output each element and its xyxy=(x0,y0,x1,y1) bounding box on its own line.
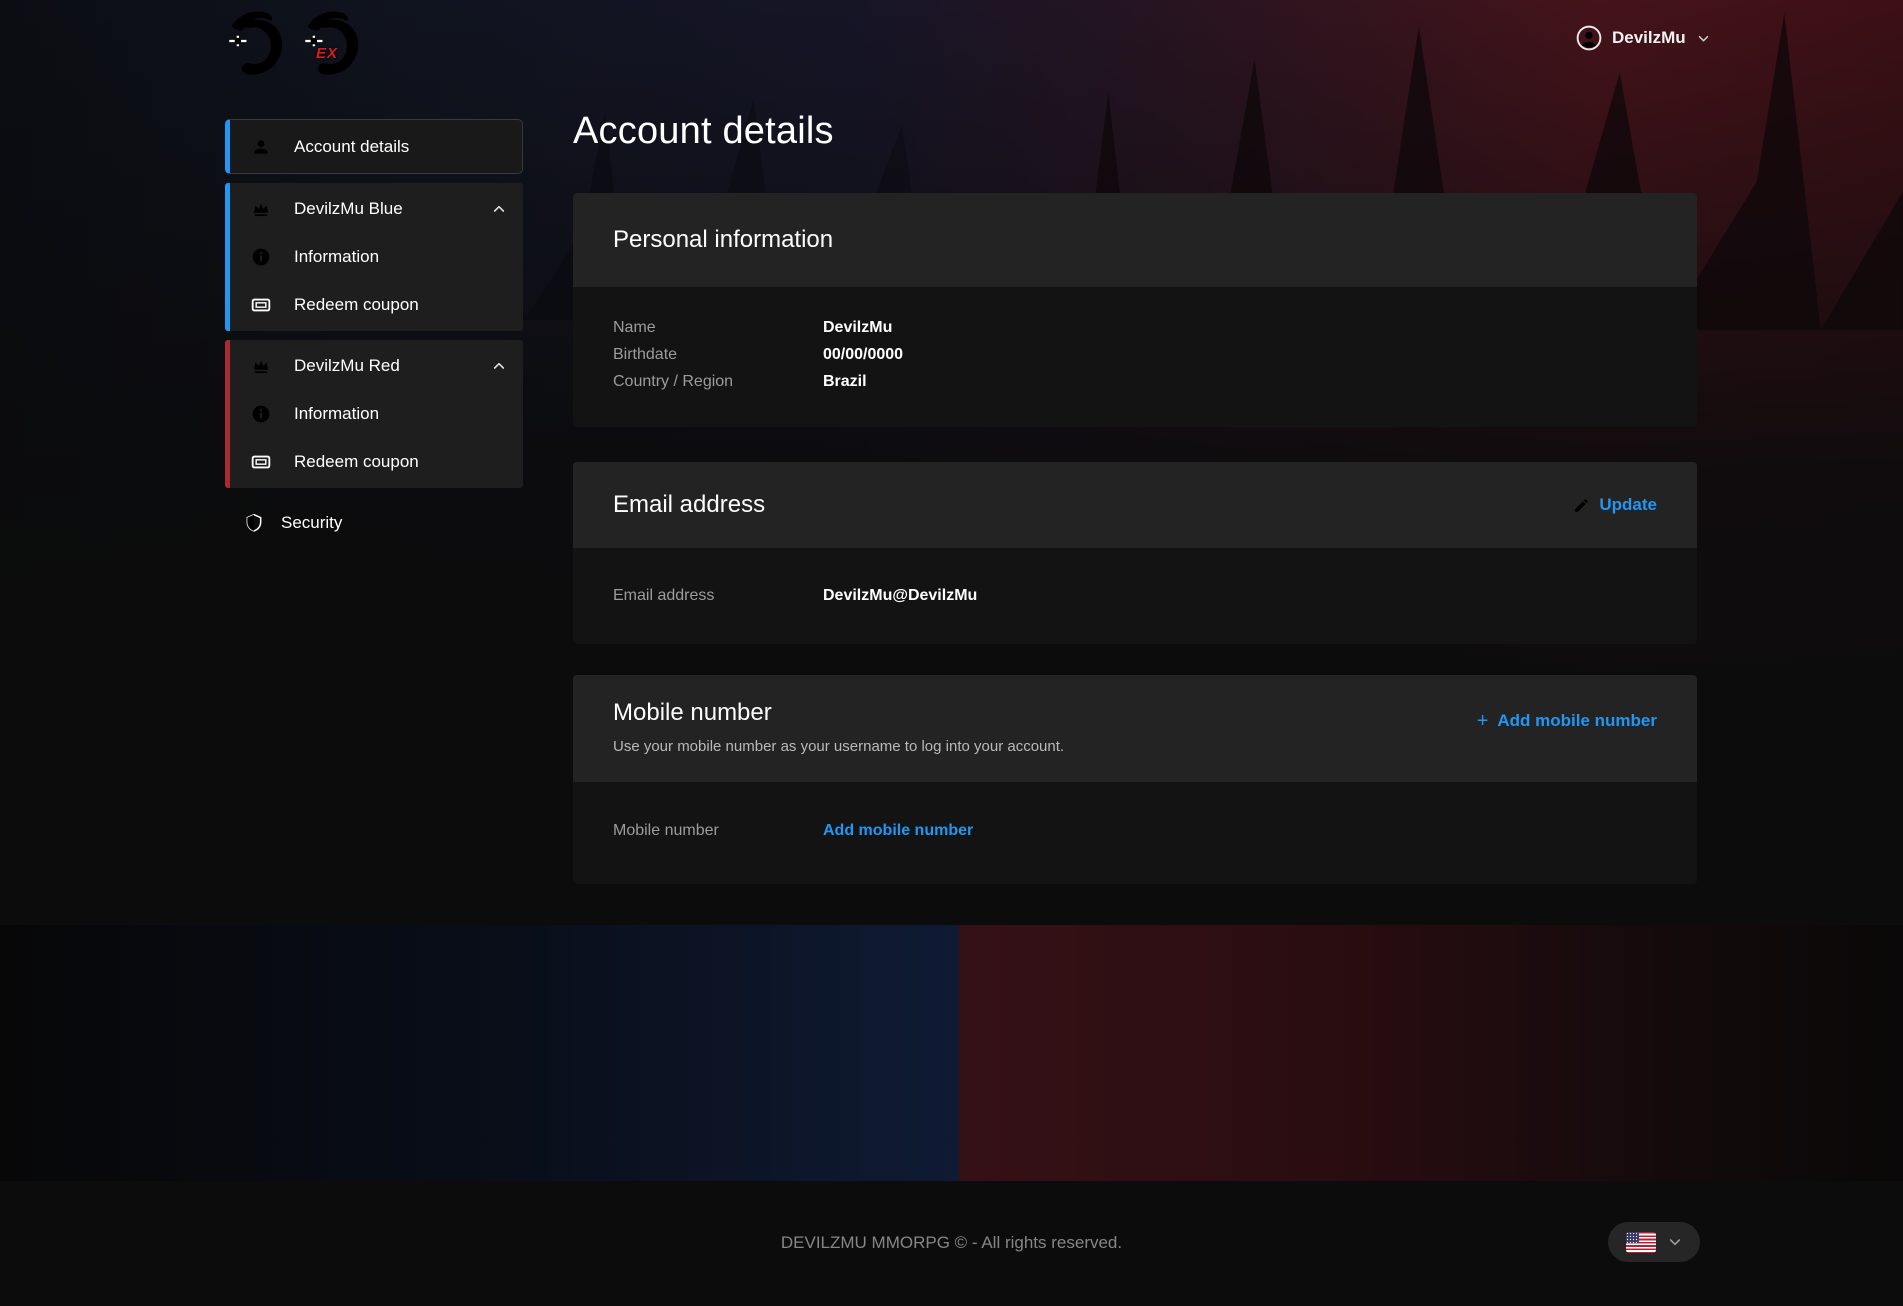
footer xyxy=(0,925,1903,1181)
pencil-icon xyxy=(1573,497,1590,514)
personal-information-card: Personal information Name DevilzMu Birth… xyxy=(573,193,1697,427)
us-flag-icon xyxy=(1626,1232,1656,1253)
info-value: DevilzMu xyxy=(823,319,892,337)
email-address-card: Email address Update Email address Devil… xyxy=(573,462,1697,644)
sidebar-item-label: Account details xyxy=(294,137,409,157)
sidebar-item-label: Information xyxy=(294,247,379,267)
sidebar-group-title-blue[interactable]: DevilzMu Blue xyxy=(230,185,523,233)
add-mobile-number-button[interactable]: + Add mobile number xyxy=(1477,711,1657,731)
sidebar-group-devilzmu-blue: DevilzMu Blue Information Redeem coupon xyxy=(225,183,523,331)
crown-icon xyxy=(251,199,271,219)
sidebar-item-blue-redeem-coupon[interactable]: Redeem coupon xyxy=(230,281,523,329)
main-content: Account details Personal information Nam… xyxy=(573,110,1697,884)
chevron-down-icon xyxy=(1667,1234,1683,1250)
info-row-country: Country / Region Brazil xyxy=(613,373,1657,391)
ticket-icon xyxy=(251,452,271,472)
sidebar: Account details DevilzMu Blue Informatio… xyxy=(225,119,523,548)
info-label: Mobile number xyxy=(613,822,823,840)
info-label: Name xyxy=(613,319,823,337)
add-mobile-label: Add mobile number xyxy=(1497,711,1657,731)
info-row-name: Name DevilzMu xyxy=(613,319,1657,337)
plus-icon: + xyxy=(1477,711,1489,731)
info-row-birthdate: Birthdate 00/00/0000 xyxy=(613,346,1657,364)
sidebar-item-label: Information xyxy=(294,404,379,424)
ticket-icon xyxy=(251,295,271,315)
chevron-down-icon xyxy=(1696,31,1711,46)
shield-icon xyxy=(244,513,264,533)
sidebar-group-devilzmu-red: DevilzMu Red Information Redeem coupon xyxy=(225,340,523,488)
person-icon xyxy=(251,137,271,157)
sidebar-item-label: Redeem coupon xyxy=(294,452,419,472)
info-value: 00/00/0000 xyxy=(823,346,903,364)
mobile-header-text: Mobile number Use your mobile number as … xyxy=(613,699,1064,755)
update-email-button[interactable]: Update xyxy=(1573,495,1657,515)
info-value: Brazil xyxy=(823,373,867,391)
footer-red-panel xyxy=(959,925,1903,1181)
username: DevilzMu xyxy=(1612,28,1686,48)
header-logos: EX xyxy=(224,6,366,80)
chevron-up-icon xyxy=(491,201,507,217)
sidebar-item-account-details[interactable]: Account details xyxy=(225,119,523,174)
info-value: DevilzMu@DevilzMu xyxy=(823,587,977,605)
update-label: Update xyxy=(1599,495,1657,515)
group-title-label: DevilzMu Red xyxy=(294,356,400,376)
language-selector[interactable] xyxy=(1608,1222,1700,1262)
avatar-icon xyxy=(1576,25,1602,51)
sidebar-item-security[interactable]: Security xyxy=(225,498,523,548)
group-title-label: DevilzMu Blue xyxy=(294,199,403,219)
logo-ex-label: EX xyxy=(316,45,338,62)
info-label: Country / Region xyxy=(613,373,823,391)
info-label: Email address xyxy=(613,587,823,605)
crown-icon xyxy=(251,356,271,376)
sidebar-item-red-redeem-coupon[interactable]: Redeem coupon xyxy=(230,438,523,486)
card-title: Mobile number xyxy=(613,699,1064,727)
info-label: Birthdate xyxy=(613,346,823,364)
info-icon xyxy=(251,247,271,267)
card-title: Email address xyxy=(613,491,765,519)
add-mobile-number-link[interactable]: Add mobile number xyxy=(823,822,973,840)
footer-blue-panel xyxy=(0,925,959,1181)
card-title: Personal information xyxy=(613,226,833,254)
logo-d-icon xyxy=(224,6,290,80)
info-row-email: Email address DevilzMu@DevilzMu xyxy=(613,587,1657,605)
sidebar-item-label: Security xyxy=(281,513,342,533)
user-menu[interactable]: DevilzMu xyxy=(1576,25,1711,51)
devilzmu-logo[interactable] xyxy=(224,6,290,80)
page-title: Account details xyxy=(573,110,1697,153)
info-icon xyxy=(251,404,271,424)
sidebar-group-title-red[interactable]: DevilzMu Red xyxy=(230,342,523,390)
logo-d-ex-icon xyxy=(300,6,366,80)
devilzmu-ex-logo[interactable]: EX xyxy=(300,6,366,80)
chevron-up-icon xyxy=(491,358,507,374)
info-row-mobile: Mobile number Add mobile number xyxy=(613,822,1657,840)
card-subtitle: Use your mobile number as your username … xyxy=(613,738,1064,755)
sidebar-item-blue-information[interactable]: Information xyxy=(230,233,523,281)
mobile-number-card: Mobile number Use your mobile number as … xyxy=(573,675,1697,884)
sidebar-item-label: Redeem coupon xyxy=(294,295,419,315)
sidebar-item-red-information[interactable]: Information xyxy=(230,390,523,438)
